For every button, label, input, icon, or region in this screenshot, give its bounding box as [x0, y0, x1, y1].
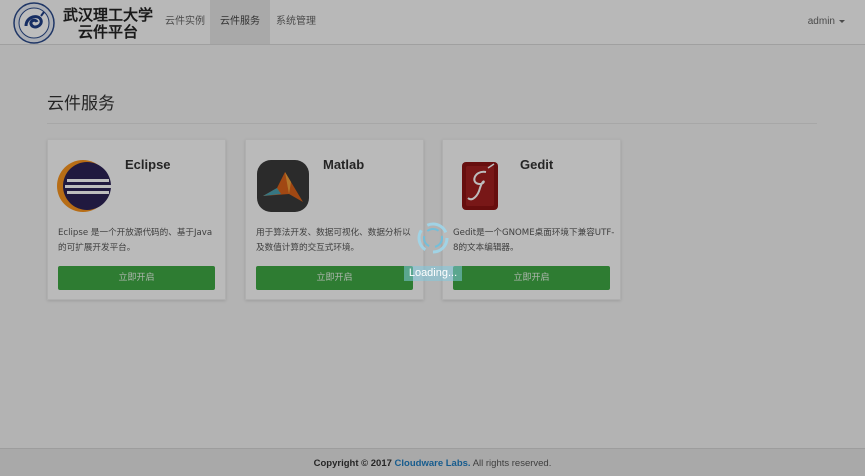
- loading-text: Loading...: [404, 266, 462, 281]
- loading-spinner-icon: [417, 222, 449, 254]
